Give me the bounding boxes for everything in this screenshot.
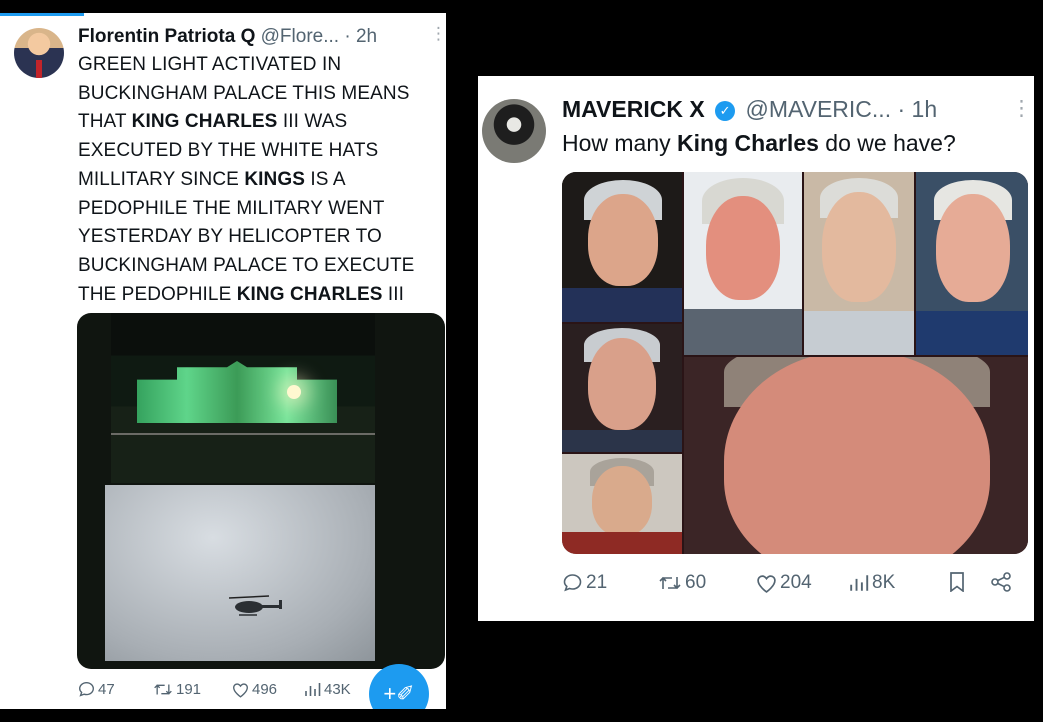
view-count: 43K [324,681,351,698]
reply-button[interactable]: 21 [562,572,607,594]
tweet-header: MAVERICK X ✓ @MAVERIC... · 1h ⋮ [562,96,1032,123]
user-handle[interactable]: @MAVERIC... [745,96,891,122]
text-segment: do we have? [818,130,956,156]
like-count: 204 [780,572,812,593]
like-count: 496 [252,681,278,698]
repost-icon [154,684,172,695]
collage-photo-1[interactable] [562,172,682,322]
collage-photo-5[interactable] [562,324,682,452]
text-segment: King Charles [677,130,819,156]
helicopter-icon [229,595,282,616]
compose-icon: +✐ [383,681,415,706]
tweet-text: GREEN LIGHT ACTIVATED IN BUCKINGHAM PALA… [78,51,440,309]
reply-icon [563,574,582,592]
tweet-media[interactable] [562,172,1028,554]
user-handle[interactable]: @Flore... [261,26,339,47]
verified-badge-icon: ✓ [715,101,736,121]
tweet-header: Florentin Patriota Q @Flore... · 2h ⋮ [78,24,446,48]
display-name[interactable]: MAVERICK X [562,96,705,122]
compose-button[interactable]: +✐ [369,664,429,709]
repost-button[interactable]: 60 [658,572,706,594]
text-segment: KINGS [244,168,306,190]
text-segment: III [382,283,405,305]
right-tweet: MAVERICK X ✓ @MAVERIC... · 1h ⋮ How many… [478,76,1034,621]
reply-button[interactable]: 47 [78,681,115,698]
text-segment: KING CHARLES [131,111,278,133]
reply-count: 47 [98,681,115,698]
views-button[interactable]: 8K [850,572,895,594]
heart-icon [233,682,248,698]
views-button[interactable]: 43K [305,681,351,698]
more-options-icon[interactable]: ⋮ [1011,96,1032,121]
left-tweet: Florentin Patriota Q @Flore... · 2h ⋮ GR… [0,13,446,709]
palace-night-image[interactable] [111,313,375,483]
post-time[interactable]: · 1h [897,96,937,122]
collage-photo-6[interactable] [562,454,682,554]
tweet-media[interactable] [77,313,445,669]
share-icon [991,572,1011,592]
reply-count: 21 [586,572,608,593]
like-button[interactable]: 204 [756,572,812,594]
collage-photo-3[interactable] [804,172,914,355]
reply-icon [79,682,94,697]
view-count: 8K [872,572,896,593]
repost-count: 191 [176,681,202,698]
bookmark-icon [950,572,964,592]
user-avatar[interactable] [482,99,546,163]
collage-photo-7[interactable] [684,357,1028,554]
tweet-text: How many King Charles do we have? [562,130,956,157]
more-options-icon[interactable]: ⋮ [430,24,446,44]
views-icon [850,575,869,591]
views-icon [305,683,321,696]
repost-button[interactable]: 191 [153,681,201,698]
text-segment: KING CHARLES [236,283,383,305]
text-segment: How many [562,130,678,156]
repost-icon [659,576,681,590]
repost-count: 60 [685,572,707,593]
collage-photo-2[interactable] [684,172,802,355]
like-button[interactable]: 496 [232,681,277,698]
heart-icon [757,574,776,593]
post-time[interactable]: · 2h [344,26,377,47]
share-button[interactable] [990,572,1012,592]
user-avatar[interactable] [14,28,64,78]
loading-bar [0,13,84,16]
helicopter-image[interactable] [105,485,375,661]
display-name[interactable]: Florentin Patriota Q [78,26,255,47]
bookmark-button[interactable] [948,572,966,592]
collage-photo-4[interactable] [916,172,1028,355]
